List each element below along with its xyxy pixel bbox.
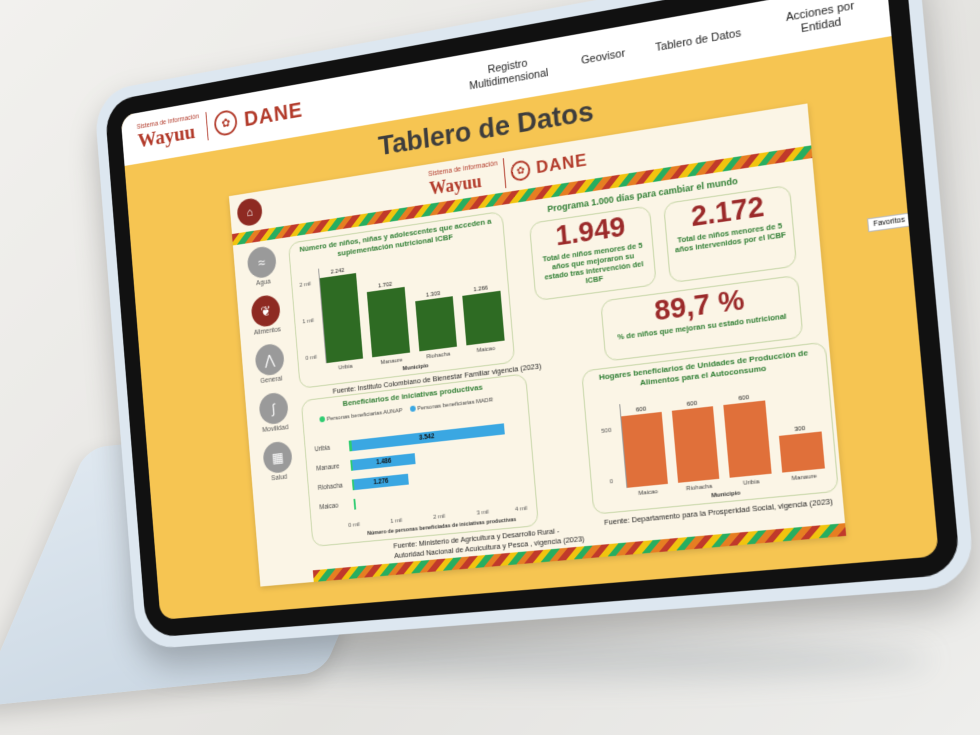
nav-acciones[interactable]: Acciones por Entidad (771, 0, 870, 41)
bar[interactable] (319, 273, 364, 364)
home-badge-icon[interactable]: ⌂ (236, 196, 264, 228)
bar-wrap: 2.242 Uribia (319, 263, 364, 371)
bar-area: Municipio 600 Maicao 600 Riohacha 600 Uribia 3… (619, 381, 825, 499)
category-agua[interactable]: ≈ Agua (239, 244, 286, 290)
logo-dane: DANE (243, 97, 304, 132)
site-logo[interactable]: Sistema de información Wayuu ✿ DANE (137, 95, 304, 152)
dashboard-logo-separator (502, 158, 507, 189)
bar-column: 1.303 Riohacha (411, 250, 457, 360)
y-tick: 500 (601, 427, 612, 435)
bar-madr[interactable]: 3.542 (351, 423, 505, 452)
bar[interactable] (621, 411, 668, 488)
dashboard-dane-seal-icon: ✿ (510, 159, 532, 183)
x-tick: 4 mil (514, 505, 528, 513)
bar[interactable] (723, 400, 772, 478)
kpi-intervenidos: 2.172 Total de niños menores de 5 años i… (663, 184, 798, 284)
bar-area: Municipio 2.242 Uribia 1.702 Manaure 1.303 Ri… (318, 242, 505, 372)
bar-aunap[interactable] (353, 498, 357, 510)
bar-column: 600 Riohacha (671, 394, 720, 492)
bar[interactable] (462, 291, 505, 346)
y-tick-label: Maicao (319, 502, 339, 512)
bar-column: 2.242 Uribia (319, 263, 364, 371)
kpi-mejoraron: 1.949 Total de niños menores de 5 años q… (528, 205, 657, 302)
bar-column: 300 Manaure (775, 382, 825, 482)
y-tick: 0 mil (305, 354, 318, 362)
corn-icon: ❦ (250, 293, 282, 329)
road-icon: ∫ (258, 391, 290, 426)
x-tick-label: Uribia (338, 363, 353, 372)
tablet-bezel: Sistema de información Wayuu ✿ DANE Regi… (104, 0, 961, 638)
bar-wrap: 600 Uribia (722, 388, 772, 487)
y-tick-label: Riohacha (317, 482, 343, 492)
x-tick: 2 mil (433, 513, 446, 521)
dane-seal-icon: ✿ (213, 108, 239, 138)
data-label: 600 (635, 406, 647, 414)
mountains-icon: ⋀ (254, 342, 286, 377)
x-tick-label: Uribia (742, 479, 760, 487)
hospital-icon: ▦ (262, 440, 294, 475)
tablet: Sistema de información Wayuu ✿ DANE Regi… (93, 0, 976, 650)
dashboard-panel: ⌂ Sistema de información Wayuu ✿ DANE ≈ A… (228, 103, 847, 587)
category-label: Movilidad (261, 424, 289, 434)
x-tick: 1 mil (390, 517, 403, 525)
chart-hogares: Hogares beneficiarios de Unidades de Pro… (581, 341, 839, 515)
bar-madr[interactable]: 1.276 (353, 473, 409, 491)
legend-dot-madr (409, 405, 416, 413)
bar[interactable] (414, 296, 457, 352)
x-tick-label: Maicao (638, 488, 659, 498)
bar-wrap: 600 Riohacha (671, 394, 720, 492)
nav-registro[interactable]: Registro Multidimensional (464, 53, 553, 94)
bar-column: 1.702 Manaure (365, 257, 410, 366)
data-label: 600 (738, 394, 750, 403)
category-salud[interactable]: ▦ Salud (254, 440, 301, 484)
bar-column: 600 Uribia (722, 388, 772, 487)
category-label: Salud (271, 473, 288, 483)
bar-madr[interactable]: 1.486 (352, 453, 416, 471)
tablet-screen: Sistema de información Wayuu ✿ DANE Regi… (120, 0, 939, 620)
bar-column: 600 Maicao (620, 400, 668, 497)
category-label: General (260, 375, 283, 385)
category-label: Alimentos (253, 326, 282, 337)
category-alimentos[interactable]: ❦ Alimentos (243, 293, 290, 338)
x-tick-label: Maicao (476, 345, 496, 355)
x-tick-label: Riohacha (426, 351, 451, 361)
water-waves-icon: ≈ (246, 244, 278, 280)
x-tick: 3 mil (476, 509, 490, 517)
y-tick: 0 (609, 478, 614, 486)
y-tick-label: Uribia (314, 444, 331, 454)
chart-suplementacion: Número de niños, niñas y adolescentes qu… (287, 210, 516, 389)
nav-tablero[interactable]: Tablero de Datos (655, 26, 742, 54)
legend-dot-aunap (319, 416, 326, 423)
category-general[interactable]: ⋀ General (246, 342, 293, 387)
bar-wrap: 1.702 Manaure (365, 257, 410, 366)
bar-wrap: 1.266 Maicao (458, 243, 505, 354)
bar[interactable] (778, 431, 825, 473)
x-tick-label: Manaure (791, 473, 818, 483)
favoritos-tab[interactable]: Favoritos (867, 212, 912, 233)
nav-geovisor[interactable]: Geovisor (581, 47, 626, 68)
bar-wrap: 600 Maicao (620, 400, 668, 497)
bar-column: 1.266 Maicao (458, 243, 505, 354)
category-label: Agua (255, 278, 271, 288)
bar[interactable] (367, 287, 410, 358)
logo-separator (205, 111, 209, 141)
x-tick-label: Riohacha (685, 483, 713, 493)
category-movilidad[interactable]: ∫ Movilidad (250, 390, 297, 435)
x-tick-label: Manaure (380, 357, 403, 367)
bar[interactable] (671, 405, 720, 483)
tablet-wrap: Sistema de información Wayuu ✿ DANE Regi… (70, 0, 976, 660)
x-tick: 0 mil (348, 521, 361, 529)
y-tick: 2 mil (299, 281, 312, 289)
y-tick: 1 mil (302, 318, 315, 326)
bar-wrap: 300 Manaure (775, 382, 825, 482)
y-tick-label: Manaure (316, 463, 340, 473)
data-label: 600 (686, 400, 698, 408)
chart-iniciativas: Beneficiarios de iniciativas productivas… (300, 373, 539, 547)
data-label: 300 (794, 425, 806, 434)
dashboard-logo-dane: DANE (535, 150, 589, 178)
bar-wrap: 1.303 Riohacha (411, 250, 457, 360)
